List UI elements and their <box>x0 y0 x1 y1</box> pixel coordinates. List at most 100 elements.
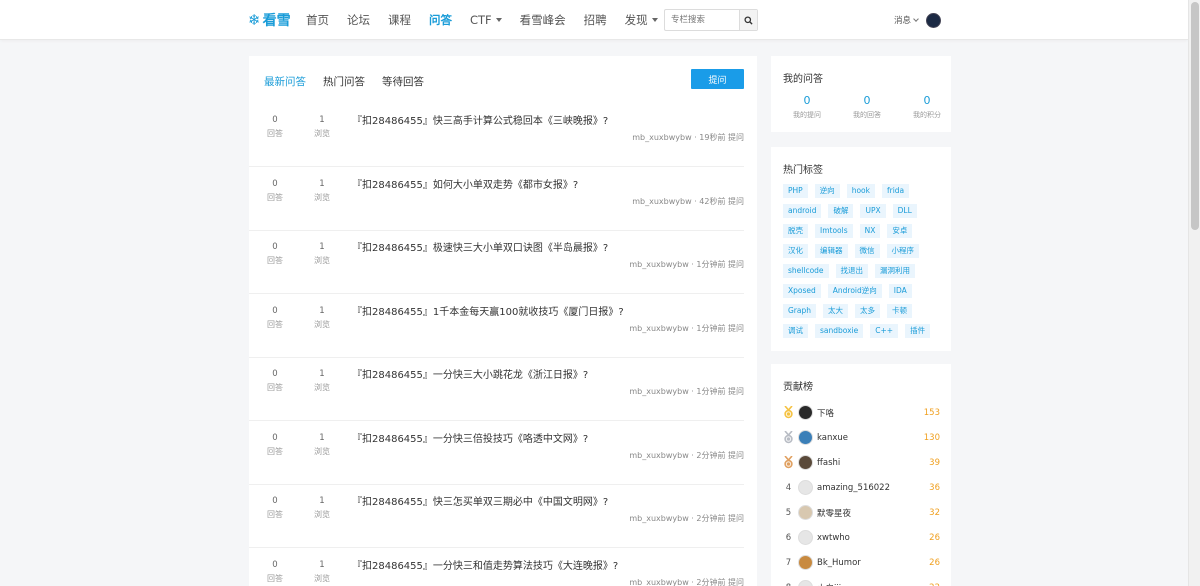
nav-item-forum[interactable]: 论坛 <box>347 12 370 28</box>
ranking-row: 5 默零星夜 32 <box>783 500 940 525</box>
question-row[interactable]: 0 回答 1 浏览 『扣28486455』快三怎买单双三期必中《中国文明网》? mb_xu… <box>249 484 744 548</box>
question-title-link[interactable]: 『扣28486455』极速快三大小单双口诀图《半岛晨报》? <box>352 239 608 254</box>
tag-chip[interactable]: 太多 <box>855 304 881 318</box>
view-count-value: 1 <box>319 115 325 125</box>
tag-chip[interactable]: frida <box>881 184 910 198</box>
tag-chip[interactable]: shellcode <box>783 264 829 278</box>
tag-chip[interactable]: 调试 <box>783 324 808 338</box>
contributor-avatar[interactable] <box>798 555 813 570</box>
contributor-name-link[interactable]: amazing_516022 <box>817 483 890 493</box>
tag-chip[interactable]: DLL <box>892 204 917 218</box>
view-count-label: 浏览 <box>314 129 330 138</box>
tag-chip[interactable]: 逆向 <box>814 184 840 198</box>
tag-chip[interactable]: NX <box>859 224 881 238</box>
question-title-link[interactable]: 『扣28486455』快三高手计算公式稳回本《三峡晚报》? <box>352 112 608 127</box>
tag-chip[interactable]: Imtools <box>815 224 853 238</box>
user-avatar[interactable] <box>926 13 941 28</box>
scrollbar-thumb[interactable] <box>1191 2 1199 230</box>
question-row[interactable]: 0 回答 1 浏览 『扣28486455』一分快三和值走势算法技巧《大连晚报》? mb_x… <box>249 548 744 586</box>
tag-chip[interactable]: 太大 <box>823 304 849 318</box>
tag-chip[interactable]: 漏洞利用 <box>875 264 916 278</box>
question-row[interactable]: 0 回答 1 浏览 『扣28486455』极速快三大小单双口诀图《半岛晨报》? mb_xu… <box>249 230 744 294</box>
contributor-name-link[interactable]: Bk_Humor <box>817 558 861 568</box>
contributor-name-link[interactable]: 默零星夜 <box>817 507 851 519</box>
contributor-name-link[interactable]: 小白iii <box>817 582 841 586</box>
question-title-link[interactable]: 『扣28486455』一分快三倍投技巧《咯透中文网》? <box>352 430 588 445</box>
nav-item-ctf[interactable]: CTF <box>470 13 502 27</box>
view-count: 1 浏览 <box>302 179 342 203</box>
tag-chip[interactable]: 卡顿 <box>887 304 913 318</box>
tag-chip[interactable]: 脱壳 <box>783 224 808 238</box>
tab-waiting[interactable]: 等待回答 <box>382 74 424 89</box>
ranking-row: 8 小白iii 22 <box>783 575 940 586</box>
contributor-name-link[interactable]: kanxue <box>817 433 848 443</box>
nav-item-discover[interactable]: 发现 <box>625 12 658 28</box>
question-title-link[interactable]: 『扣28486455』1千本金每天赢100就收技巧《厦门日报》? <box>352 303 624 318</box>
my-points-stat[interactable]: 0 我的积分 <box>903 94 951 120</box>
answer-count: 0 回答 <box>255 242 295 266</box>
question-row[interactable]: 0 回答 1 浏览 『扣28486455』一分快三大小跳花龙《浙江日报》? mb_xuxb… <box>249 357 744 421</box>
tag-chip[interactable]: 汉化 <box>783 244 808 258</box>
question-title-link[interactable]: 『扣28486455』一分快三和值走势算法技巧《大连晚报》? <box>352 557 618 572</box>
contributor-name-link[interactable]: xwtwho <box>817 533 850 543</box>
stat-value: 0 <box>803 94 811 107</box>
ask-question-button[interactable]: 提问 <box>691 69 744 89</box>
question-meta: mb_xuxbwybw · 42秒前 提问 <box>632 196 744 206</box>
nav-item-jobs[interactable]: 招聘 <box>584 12 607 28</box>
nav-item-courses[interactable]: 课程 <box>388 12 411 28</box>
my-answers-stat[interactable]: 0 我的回答 <box>843 94 891 120</box>
messages-menu[interactable]: 消息 <box>894 14 919 26</box>
tab-hot[interactable]: 热门问答 <box>323 74 365 89</box>
tag-chip[interactable]: 安卓 <box>887 224 913 238</box>
contributor-avatar[interactable] <box>798 530 813 545</box>
nav-item-summit[interactable]: 看雪峰会 <box>520 12 566 28</box>
qa-tabs: 最新问答 热门问答 等待回答 <box>264 74 441 89</box>
view-count-label: 浏览 <box>314 256 330 265</box>
my-questions-stat[interactable]: 0 我的提问 <box>783 94 831 120</box>
tag-chip[interactable]: sandboxie <box>815 324 864 338</box>
tag-chip[interactable]: 微信 <box>854 244 880 258</box>
tag-chip[interactable]: C++ <box>870 324 899 338</box>
contributor-avatar[interactable] <box>798 580 813 586</box>
question-title-link[interactable]: 『扣28486455』快三怎买单双三期必中《中国文明网》? <box>352 493 608 508</box>
tag-chip[interactable]: Graph <box>783 304 817 318</box>
tag-chip[interactable]: android <box>783 204 822 218</box>
tab-latest[interactable]: 最新问答 <box>264 74 306 89</box>
nav-item-home[interactable]: 首页 <box>306 12 329 28</box>
page-scrollbar[interactable] <box>1188 0 1200 586</box>
site-logo[interactable]: ❄ 看雪 <box>248 11 291 29</box>
tag-chip[interactable]: 破解 <box>828 204 854 218</box>
contributor-avatar[interactable] <box>798 505 813 520</box>
tag-chip[interactable]: hook <box>846 184 875 198</box>
search-input[interactable] <box>665 10 739 30</box>
search-button[interactable] <box>739 10 757 30</box>
contributor-name-link[interactable]: 下咯 <box>817 407 834 419</box>
nav-item-qa[interactable]: 问答 <box>429 12 452 28</box>
contributor-avatar[interactable] <box>798 405 813 420</box>
contributor-avatar[interactable] <box>798 480 813 495</box>
contributor-name-link[interactable]: ffashi <box>817 458 840 468</box>
view-count: 1 浏览 <box>302 560 342 584</box>
question-title-link[interactable]: 『扣28486455』一分快三大小跳花龙《浙江日报》? <box>352 366 588 381</box>
tag-chip[interactable]: PHP <box>783 184 808 198</box>
contributor-avatar[interactable] <box>798 455 813 470</box>
answer-count-value: 0 <box>272 178 278 189</box>
tag-chip[interactable]: 编辑器 <box>815 244 848 258</box>
hot-tags-title: 热门标签 <box>783 165 823 176</box>
ranking-row: 下咯 153 <box>783 400 940 425</box>
tag-chip[interactable]: Android逆向 <box>827 284 882 298</box>
medal-icon <box>783 456 794 469</box>
tag-chip[interactable]: 找退出 <box>835 264 869 278</box>
question-row[interactable]: 0 回答 1 浏览 『扣28486455』1千本金每天赢100就收技巧《厦门日报》? mb… <box>249 294 744 358</box>
tag-chip[interactable]: IDA <box>888 284 912 298</box>
answer-count: 0 回答 <box>255 306 295 330</box>
question-row[interactable]: 0 回答 1 浏览 『扣28486455』快三高手计算公式稳回本《三峡晚报》? mb_xu… <box>249 103 744 167</box>
tag-chip[interactable]: UPX <box>860 204 886 218</box>
tag-chip[interactable]: Xposed <box>783 284 821 298</box>
tag-chip[interactable]: 小程序 <box>886 244 919 258</box>
question-row[interactable]: 0 回答 1 浏览 『扣28486455』如何大小单双走势《都市女报》? mb_xuxbw… <box>249 167 744 231</box>
question-title-link[interactable]: 『扣28486455』如何大小单双走势《都市女报》? <box>352 176 578 191</box>
question-row[interactable]: 0 回答 1 浏览 『扣28486455』一分快三倍投技巧《咯透中文网》? mb_xuxb… <box>249 421 744 485</box>
contributor-avatar[interactable] <box>798 430 813 445</box>
tag-chip[interactable]: 插件 <box>905 324 931 338</box>
